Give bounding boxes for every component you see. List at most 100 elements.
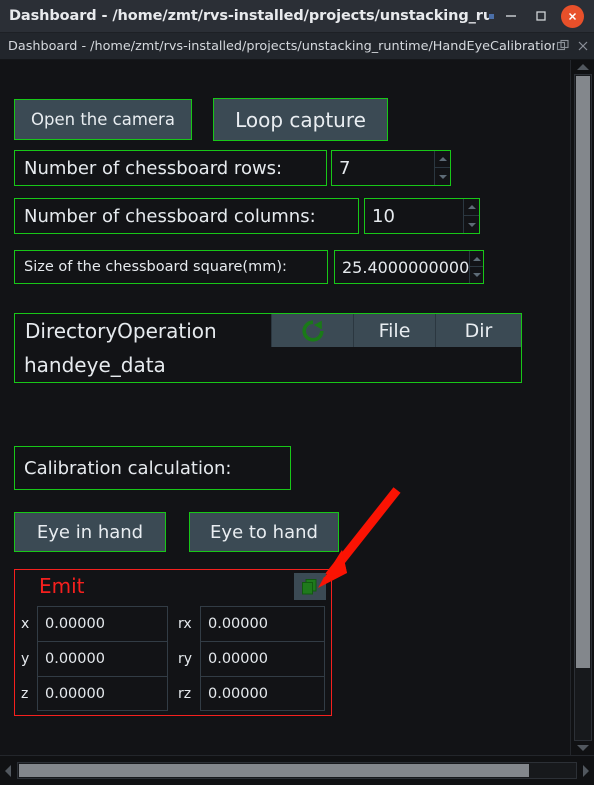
caret-up-icon <box>438 157 447 161</box>
window-controls <box>489 1 594 31</box>
scroll-right-button[interactable] <box>578 757 594 785</box>
eye-in-hand-button-label: Eye in hand <box>36 521 144 543</box>
chessboard-rows-step-up[interactable] <box>435 151 450 168</box>
square-size-label-text: Size of the chessboard square(mm): <box>24 259 287 275</box>
maximize-button[interactable] <box>526 1 556 31</box>
caret-down-icon <box>467 222 476 227</box>
eye-in-hand-button[interactable]: Eye in hand <box>14 512 166 552</box>
emit-field-y[interactable]: 0.00000 <box>37 641 168 676</box>
vertical-scrollbar[interactable] <box>570 60 594 755</box>
emit-title: Emit <box>39 574 85 598</box>
emit-row-rz: rz 0.00000 <box>178 676 325 711</box>
emit-key-rz: rz <box>178 685 192 702</box>
dock-title: Dashboard - /home/zmt/rvs-installed/proj… <box>8 38 555 54</box>
directory-operation-toolbar: DirectoryOperation File Dir <box>15 314 521 347</box>
chessboard-rows-step-down[interactable] <box>435 168 450 185</box>
square-size-stepper[interactable] <box>469 251 483 283</box>
dock-title-bar: Dashboard - /home/zmt/rvs-installed/proj… <box>0 33 594 60</box>
directory-refresh-button[interactable] <box>271 314 353 347</box>
minimize-button[interactable] <box>496 1 526 31</box>
application-window: Dashboard - /home/zmt/rvs-installed/proj… <box>0 0 594 785</box>
eye-to-hand-button[interactable]: Eye to hand <box>189 512 339 552</box>
emit-key-z: z <box>21 685 29 702</box>
window-title: Dashboard - /home/zmt/rvs-installed/proj… <box>9 8 489 24</box>
float-dock-icon[interactable] <box>555 38 571 54</box>
chessboard-columns-spinbox[interactable]: 10 <box>364 198 480 234</box>
directory-path-value: handeye_data <box>24 352 166 377</box>
emit-key-rx: rx <box>178 615 192 632</box>
square-size-step-down[interactable] <box>470 267 483 283</box>
calibration-calculation-label: Calibration calculation: <box>14 446 291 490</box>
emit-header: Emit <box>15 570 331 606</box>
status-dot-icon <box>489 13 494 19</box>
caret-down-icon <box>472 273 481 277</box>
caret-up-icon <box>577 64 589 70</box>
dock-controls <box>555 38 594 54</box>
scroll-left-button[interactable] <box>0 757 16 785</box>
dashboard-panel: Open the camera Loop capture Number of c… <box>0 60 570 755</box>
emit-field-rx[interactable]: 0.00000 <box>200 606 325 641</box>
emit-row-y: y 0.00000 <box>21 641 168 676</box>
directory-file-button-label: File <box>378 319 411 342</box>
emit-group: Emit x 0.00000 y 0.00000 z 0.00000 rx 0.… <box>14 569 332 716</box>
chessboard-columns-label-text: Number of chessboard columns: <box>24 205 316 227</box>
horizontal-scrollbar[interactable] <box>0 755 594 785</box>
square-size-value[interactable]: 25.4000000000 <box>335 258 469 277</box>
emit-key-y: y <box>21 650 30 667</box>
caret-down-icon <box>438 174 447 179</box>
caret-right-icon <box>583 764 589 777</box>
chessboard-columns-step-down[interactable] <box>464 216 479 233</box>
emit-row-rx: rx 0.00000 <box>178 606 325 641</box>
emit-row-x: x 0.00000 <box>21 606 168 641</box>
dashboard-panel-inner: Open the camera Loop capture Number of c… <box>0 60 570 755</box>
loop-capture-button-label: Loop capture <box>235 107 366 132</box>
close-dock-icon[interactable] <box>575 38 591 54</box>
directory-path-field[interactable]: handeye_data <box>15 347 521 382</box>
chessboard-columns-value[interactable]: 10 <box>365 206 463 227</box>
horizontal-scroll-thumb[interactable] <box>19 764 529 777</box>
emit-row-z: z 0.00000 <box>21 676 168 711</box>
calibration-calculation-label-text: Calibration calculation: <box>24 457 232 479</box>
vertical-scroll-thumb[interactable] <box>576 76 590 668</box>
directory-operation-title: DirectoryOperation <box>15 314 271 347</box>
directory-dir-button[interactable]: Dir <box>435 314 521 347</box>
chessboard-columns-step-up[interactable] <box>464 199 479 216</box>
loop-capture-button[interactable]: Loop capture <box>213 98 388 141</box>
caret-up-icon <box>467 205 476 209</box>
square-size-step-up[interactable] <box>470 251 483 267</box>
caret-up-icon <box>472 256 481 261</box>
emit-field-rz[interactable]: 0.00000 <box>200 676 325 711</box>
chessboard-rows-spinbox[interactable]: 7 <box>331 150 451 186</box>
directory-file-button[interactable]: File <box>353 314 435 347</box>
close-button[interactable] <box>561 4 584 28</box>
emit-row-ry: ry 0.00000 <box>178 641 325 676</box>
directory-operation-title-text: DirectoryOperation <box>25 318 217 343</box>
caret-left-icon <box>5 764 11 777</box>
emit-field-ry[interactable]: 0.00000 <box>200 641 325 676</box>
eye-to-hand-button-label: Eye to hand <box>210 521 318 543</box>
emit-fields-grid: x 0.00000 y 0.00000 z 0.00000 rx 0.00000… <box>15 606 331 717</box>
open-camera-button[interactable]: Open the camera <box>14 99 192 140</box>
emit-field-z[interactable]: 0.00000 <box>37 676 168 711</box>
chessboard-rows-value[interactable]: 7 <box>332 158 434 179</box>
chessboard-rows-label-text: Number of chessboard rows: <box>24 157 283 179</box>
square-size-label: Size of the chessboard square(mm): <box>14 250 328 284</box>
chessboard-columns-stepper[interactable] <box>463 199 479 233</box>
emit-copy-button[interactable] <box>294 573 326 600</box>
scroll-down-button[interactable] <box>571 741 594 755</box>
horizontal-scroll-track[interactable] <box>17 762 577 779</box>
emit-key-ry: ry <box>178 650 193 667</box>
copy-icon <box>302 578 317 594</box>
emit-field-x[interactable]: 0.00000 <box>37 606 168 641</box>
emit-rotation-column: rx 0.00000 ry 0.00000 rz 0.00000 <box>178 606 325 711</box>
directory-dir-button-label: Dir <box>464 319 493 342</box>
scroll-up-button[interactable] <box>571 60 594 74</box>
square-size-spinbox[interactable]: 25.4000000000 <box>334 250 484 284</box>
window-title-bar: Dashboard - /home/zmt/rvs-installed/proj… <box>0 0 594 33</box>
vertical-scroll-track[interactable] <box>574 74 592 741</box>
caret-down-icon <box>577 745 589 751</box>
chessboard-rows-label: Number of chessboard rows: <box>14 150 327 186</box>
emit-key-x: x <box>21 615 30 632</box>
chessboard-rows-stepper[interactable] <box>434 151 450 185</box>
refresh-icon <box>301 319 324 342</box>
